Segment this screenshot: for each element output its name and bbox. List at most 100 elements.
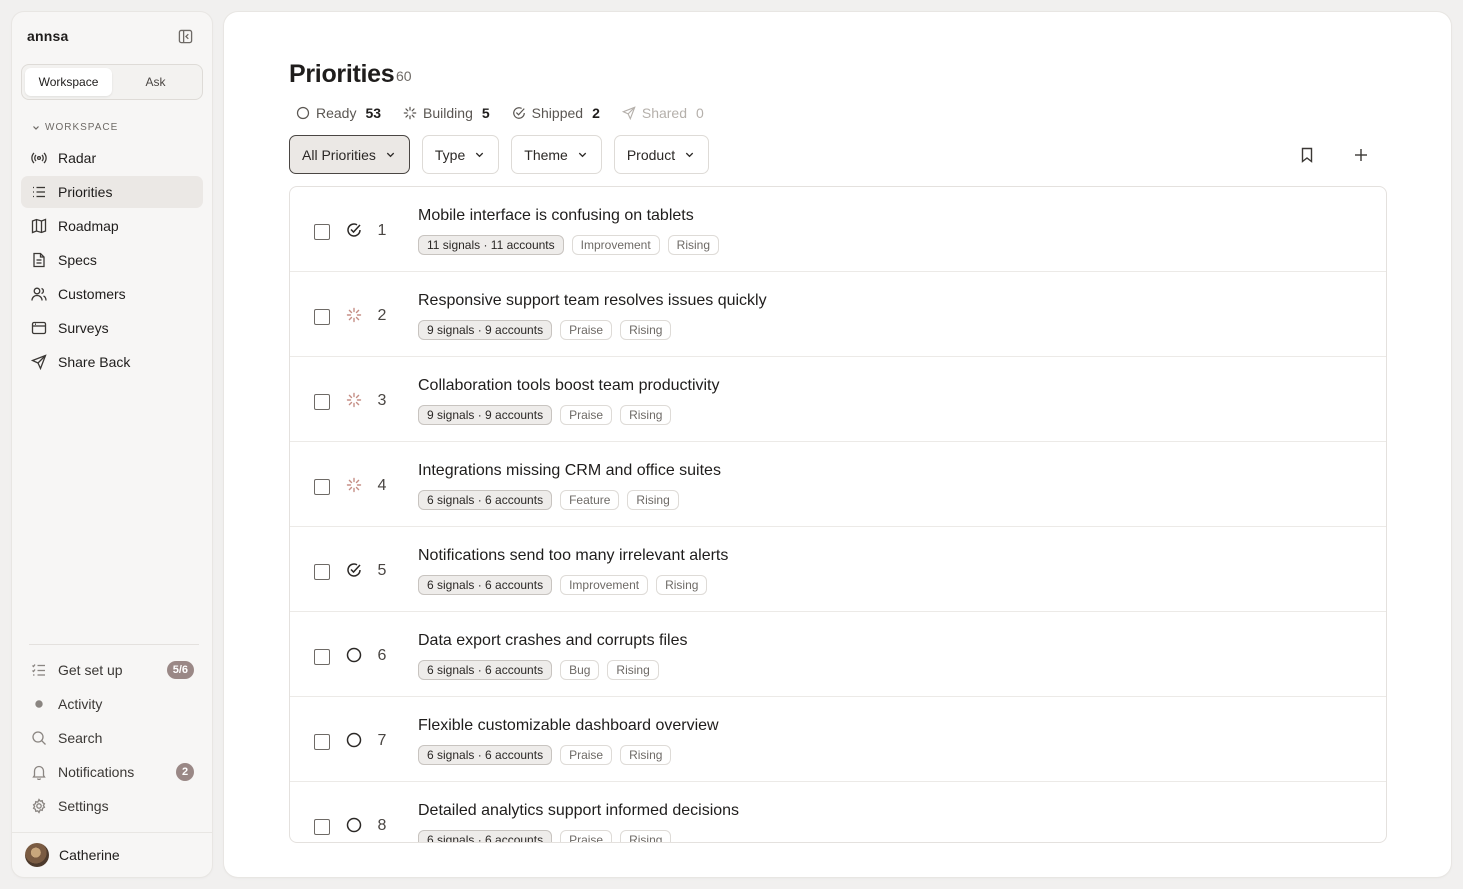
filter-theme[interactable]: Theme (511, 135, 602, 174)
trend-tag[interactable]: Rising (607, 660, 659, 680)
status-label: Shared (641, 105, 688, 121)
priority-row[interactable]: 5 Notifications send too many irrelevant… (290, 527, 1386, 612)
type-tag[interactable]: Improvement (571, 235, 660, 255)
priority-title[interactable]: Integrations missing CRM and office suit… (418, 462, 721, 480)
status-shared[interactable]: Shared 0 (621, 105, 704, 121)
bookmark-icon[interactable] (1296, 144, 1318, 166)
signals-tag[interactable]: 11 signals · 11 accounts (418, 235, 564, 255)
sidebar-item-share-back[interactable]: Share Back (21, 346, 203, 378)
priority-title[interactable]: Collaboration tools boost team productiv… (418, 377, 720, 395)
trend-tag[interactable]: Rising (620, 745, 672, 765)
row-checkbox[interactable] (314, 224, 330, 240)
trend-tag[interactable]: Rising (620, 405, 672, 425)
type-tag[interactable]: Praise (560, 405, 613, 425)
workspace-name[interactable]: annsa (27, 28, 68, 44)
status-building[interactable]: Building 5 (403, 105, 490, 121)
sidebar-item-radar[interactable]: Radar (21, 142, 203, 174)
priority-row[interactable]: 6 Data export crashes and corrupts files… (290, 612, 1386, 697)
sidebar-item-search[interactable]: Search (21, 722, 203, 754)
type-tag[interactable]: Improvement (560, 575, 649, 595)
collapse-sidebar-icon[interactable] (175, 26, 195, 46)
sidebar-item-notifications[interactable]: Notifications 2 (21, 756, 203, 788)
signals-tag[interactable]: 9 signals · 9 accounts (418, 405, 553, 425)
trend-tag[interactable]: Rising (667, 235, 720, 255)
trend-tag[interactable]: Rising (656, 575, 708, 595)
status-ready[interactable]: Ready 53 (296, 105, 381, 121)
priority-title[interactable]: Mobile interface is confusing on tablets (418, 207, 694, 225)
signals-tag[interactable]: 6 signals · 6 accounts (418, 575, 553, 595)
status-icon[interactable] (346, 817, 362, 833)
workspace-section-toggle[interactable]: WORKSPACE (32, 122, 118, 133)
signals-tag[interactable]: 6 signals · 6 accounts (418, 490, 553, 510)
priority-title[interactable]: Notifications send too many irrelevant a… (418, 547, 728, 565)
type-tag[interactable]: Praise (560, 745, 613, 765)
type-tag[interactable]: Bug (560, 660, 600, 680)
signals-tag[interactable]: 9 signals · 9 accounts (418, 320, 553, 340)
priority-title[interactable]: Data export crashes and corrupts files (418, 632, 687, 650)
sidebar-item-customers[interactable]: Customers (21, 278, 203, 310)
priority-row[interactable]: 4 Integrations missing CRM and office su… (290, 442, 1386, 527)
trend-tag[interactable]: Rising (620, 830, 672, 842)
priority-title[interactable]: Detailed analytics support informed deci… (418, 802, 739, 820)
priority-row[interactable]: 3 Collaboration tools boost team product… (290, 357, 1386, 442)
status-icon[interactable] (346, 647, 362, 663)
priority-tags: 6 signals · 6 accounts Improvement Risin… (418, 575, 708, 595)
status-icon[interactable] (346, 222, 362, 238)
type-tag[interactable]: Feature (560, 490, 620, 510)
priority-row[interactable]: 2 Responsive support team resolves issue… (290, 272, 1386, 357)
sidebar-item-priorities[interactable]: Priorities (21, 176, 203, 208)
filter-label: All Priorities (302, 146, 376, 163)
priority-title[interactable]: Responsive support team resolves issues … (418, 292, 767, 310)
row-checkbox[interactable] (314, 479, 330, 495)
status-count: 5 (481, 105, 490, 121)
priority-row[interactable]: 1 Mobile interface is confusing on table… (290, 187, 1386, 272)
status-icon[interactable] (346, 477, 362, 493)
status-icon[interactable] (346, 732, 362, 748)
priority-tags: 11 signals · 11 accounts Improvement Ris… (418, 235, 720, 255)
trend-tag[interactable]: Rising (620, 320, 672, 340)
circle-icon (346, 647, 362, 663)
priority-tags: 6 signals · 6 accounts Feature Rising (418, 490, 679, 510)
gear-icon (32, 798, 46, 814)
status-shipped[interactable]: Shipped 2 (512, 105, 600, 121)
row-checkbox[interactable] (314, 649, 330, 665)
status-icon[interactable] (346, 562, 362, 578)
filter-type[interactable]: Type (421, 135, 500, 174)
sidebar-item-activity[interactable]: Activity (21, 688, 203, 720)
users-icon (31, 287, 47, 301)
trend-tag[interactable]: Rising (627, 490, 679, 510)
priority-tags: 6 signals · 6 accounts Praise Rising (418, 830, 672, 842)
priority-tags: 6 signals · 6 accounts Praise Rising (418, 745, 672, 765)
row-checkbox[interactable] (314, 394, 330, 410)
sidebar-item-get-set-up[interactable]: Get set up 5/6 (21, 654, 203, 686)
row-checkbox[interactable] (314, 309, 330, 325)
user-profile[interactable]: Catherine (12, 832, 212, 877)
signals-tag[interactable]: 6 signals · 6 accounts (418, 745, 553, 765)
status-icon[interactable] (346, 307, 362, 323)
sidebar-item-roadmap[interactable]: Roadmap (21, 210, 203, 242)
priority-row[interactable]: 8 Detailed analytics support informed de… (290, 782, 1386, 842)
row-checkbox[interactable] (314, 734, 330, 750)
row-checkbox[interactable] (314, 819, 330, 835)
filter-all-priorities[interactable]: All Priorities (289, 135, 410, 174)
signals-tag[interactable]: 6 signals · 6 accounts (418, 660, 553, 680)
main-nav: Radar Priorities Roadmap Specs Customers… (21, 142, 203, 380)
sidebar-item-label: Specs (58, 252, 97, 268)
sidebar-item-specs[interactable]: Specs (21, 244, 203, 276)
type-tag[interactable]: Praise (560, 830, 613, 842)
signals-tag[interactable]: 6 signals · 6 accounts (418, 830, 553, 842)
sidebar-item-settings[interactable]: Settings (21, 790, 203, 822)
sidebar-item-surveys[interactable]: Surveys (21, 312, 203, 344)
add-icon[interactable] (1350, 144, 1372, 166)
ask-tab[interactable]: Ask (112, 68, 199, 96)
priority-title[interactable]: Flexible customizable dashboard overview (418, 717, 719, 735)
send-icon (621, 106, 636, 120)
status-icon[interactable] (346, 392, 362, 408)
workspace-tab[interactable]: Workspace (25, 68, 112, 96)
filter-product[interactable]: Product (613, 135, 710, 174)
priority-row[interactable]: 7 Flexible customizable dashboard overvi… (290, 697, 1386, 782)
priority-rank: 7 (377, 732, 387, 749)
sidebar-divider (29, 644, 199, 645)
row-checkbox[interactable] (314, 564, 330, 580)
type-tag[interactable]: Praise (560, 320, 613, 340)
